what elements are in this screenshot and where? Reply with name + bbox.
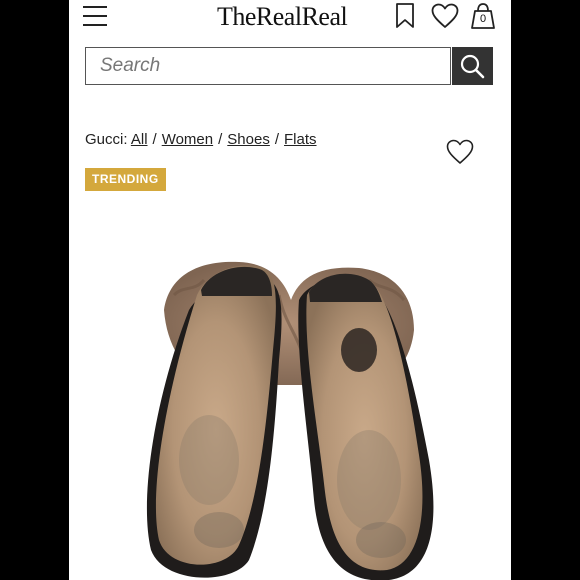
breadcrumb-women[interactable]: Women [162,131,213,148]
cart-count: 0 [479,13,487,25]
phone-screen: TheRealReal 0 Gucci: All/Women/Shoes/Fla… [69,0,511,580]
favorite-heart-icon[interactable] [446,139,474,165]
search-icon [460,54,485,79]
menu-icon[interactable] [83,6,107,26]
breadcrumb: Gucci: All / Women / Shoes / Flats [85,131,317,148]
breadcrumb-separator: / [218,131,223,148]
breadcrumb-brand: Gucci: [85,131,128,148]
top-nav-bar: TheRealReal 0 [69,0,511,36]
breadcrumb-all[interactable]: All [131,131,148,148]
sole-wear-mark [341,328,377,372]
trending-badge: TRENDING [85,168,166,191]
search-button[interactable] [452,47,493,85]
breadcrumb-separator: / [152,131,157,148]
product-image[interactable] [69,200,511,580]
site-logo[interactable]: TheRealReal [217,2,348,32]
breadcrumb-flats[interactable]: Flats [284,131,317,148]
breadcrumb-separator: / [274,131,280,148]
bookmark-icon[interactable] [395,3,415,29]
search-input[interactable] [85,47,451,85]
breadcrumb-shoes[interactable]: Shoes [227,131,270,148]
shopping-bag-icon[interactable]: 0 [469,2,497,30]
heart-icon[interactable] [431,3,459,29]
search-bar [85,47,493,87]
